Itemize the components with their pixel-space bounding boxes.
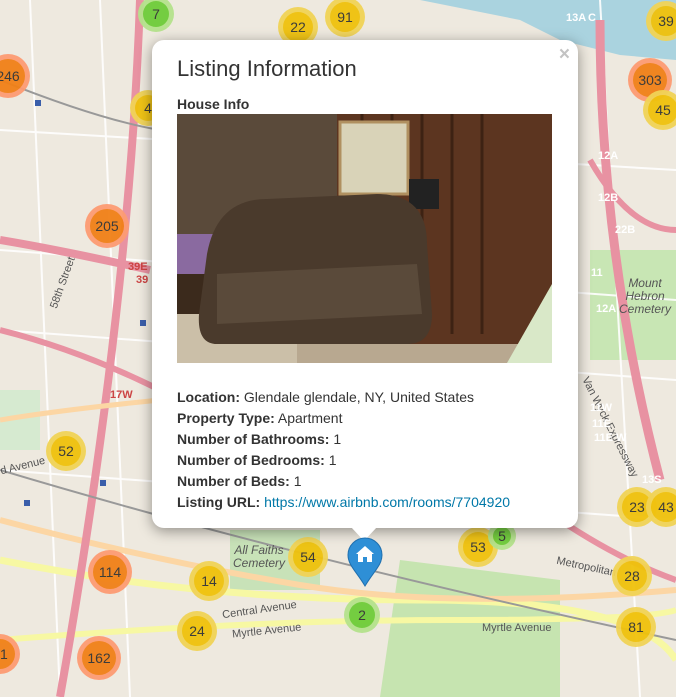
cluster-count: 52 — [51, 436, 81, 466]
listing-popup: × Listing Information House Info Locatio… — [152, 40, 578, 528]
cemetery-label: All Faiths Cemetery — [232, 543, 285, 570]
cluster-count: 114 — [93, 555, 127, 589]
cluster-count: 2 — [349, 602, 375, 628]
exit-label: 39 — [136, 274, 149, 286]
cluster-count: 24 — [182, 616, 212, 646]
home-marker[interactable] — [346, 537, 384, 587]
beds-label: Number of Beds: — [177, 473, 290, 489]
cluster-count: 81 — [621, 612, 651, 642]
bathrooms-value: 1 — [333, 431, 342, 447]
marker-cluster[interactable]: 2 — [344, 597, 380, 633]
exit-label: 12B — [598, 192, 619, 204]
close-button[interactable]: × — [559, 44, 570, 66]
exit-label: C — [588, 12, 596, 24]
marker-cluster[interactable]: 54 — [288, 537, 328, 577]
cluster-count: 91 — [0, 639, 15, 669]
exit-label: 13A — [566, 12, 587, 24]
cluster-count: 28 — [617, 561, 647, 591]
cluster-count: 45 — [648, 95, 676, 125]
cluster-count: 39 — [651, 6, 676, 36]
cluster-count: 246 — [0, 59, 25, 93]
cemetery-label: Mount Hebron Cemetery — [618, 276, 671, 316]
marker-cluster[interactable]: 45 — [643, 90, 676, 130]
bedrooms-value: 1 — [328, 452, 337, 468]
property-type-label: Property Type: — [177, 410, 275, 426]
marker-cluster[interactable]: 28 — [612, 556, 652, 596]
exit-label: 22B — [615, 224, 636, 236]
bathrooms-label: Number of Bathrooms: — [177, 431, 330, 447]
beds-value: 1 — [293, 473, 302, 489]
marker-cluster[interactable]: 14 — [189, 561, 229, 601]
listing-details: Location: Glendale glendale, NY, United … — [177, 387, 510, 513]
exit-label: 11E — [592, 418, 611, 430]
cluster-count: 91 — [330, 2, 360, 32]
listing-photo — [177, 114, 552, 363]
listing-url-link[interactable]: https://www.airbnb.com/rooms/7704920 — [264, 494, 510, 510]
popup-title: Listing Information — [177, 56, 357, 81]
exit-label: 17W — [110, 389, 133, 401]
location-value: Glendale glendale, NY, United States — [243, 389, 475, 405]
property-type-value: Apartment — [277, 410, 343, 426]
cluster-count: 205 — [90, 209, 124, 243]
marker-cluster[interactable]: 52 — [46, 431, 86, 471]
street-label: Myrtle Avenue — [482, 622, 552, 634]
exit-label: 39E — [128, 261, 148, 273]
cluster-count: 5 — [493, 527, 511, 545]
bedrooms-label: Number of Bedrooms: — [177, 452, 325, 468]
exit-label: 12A — [598, 150, 619, 162]
marker-cluster[interactable]: 114 — [88, 550, 132, 594]
marker-cluster[interactable]: 162 — [77, 636, 121, 680]
marker-cluster[interactable]: 81 — [616, 607, 656, 647]
exit-label: 11 — [591, 267, 603, 279]
cluster-count: 22 — [283, 12, 313, 42]
cluster-count: 54 — [293, 542, 323, 572]
marker-cluster[interactable]: 24 — [177, 611, 217, 651]
location-label: Location: — [177, 389, 240, 405]
exit-label: 12A — [596, 303, 617, 315]
exit-label: 11E W — [594, 432, 627, 444]
cluster-count: 14 — [194, 566, 224, 596]
listing-url-label: Listing URL: — [177, 494, 261, 510]
cluster-count: 7 — [143, 1, 169, 27]
cluster-count: 162 — [82, 641, 116, 675]
exit-label: 13S — [642, 474, 662, 486]
house-info-heading: House Info — [177, 96, 250, 112]
exit-label: 11W — [590, 402, 613, 414]
marker-cluster[interactable]: 205 — [85, 204, 129, 248]
cluster-count: 43 — [651, 492, 676, 522]
